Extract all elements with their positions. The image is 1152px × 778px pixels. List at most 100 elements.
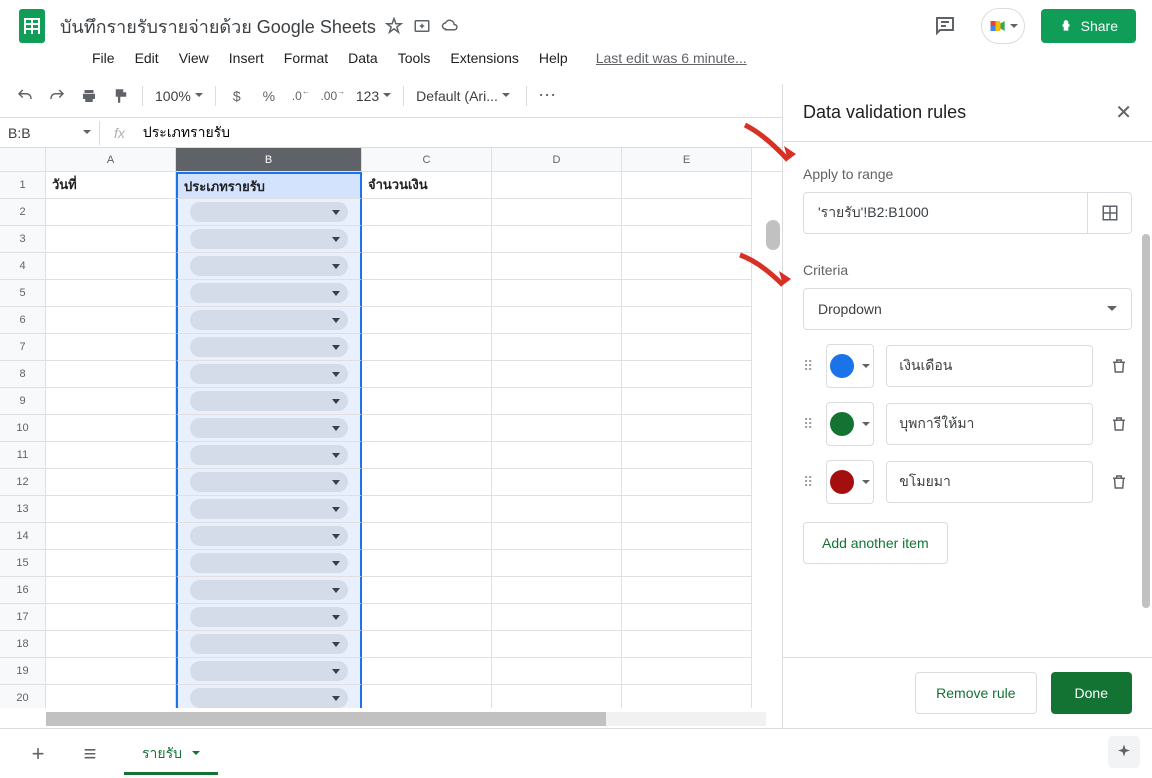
- format-currency[interactable]: $: [222, 81, 252, 111]
- cell[interactable]: [492, 388, 622, 415]
- menu-insert[interactable]: Insert: [221, 46, 272, 70]
- horizontal-scrollbar[interactable]: [46, 712, 766, 726]
- cell[interactable]: [362, 658, 492, 685]
- cell[interactable]: [176, 658, 362, 685]
- remove-rule-button[interactable]: Remove rule: [915, 672, 1036, 714]
- cell[interactable]: [46, 631, 176, 658]
- cell[interactable]: [362, 307, 492, 334]
- row-header[interactable]: 7: [0, 334, 46, 361]
- delete-option-icon[interactable]: [1105, 348, 1132, 384]
- dropdown-chip[interactable]: [190, 472, 348, 492]
- cell[interactable]: [46, 550, 176, 577]
- cell[interactable]: [176, 307, 362, 334]
- cell[interactable]: [176, 577, 362, 604]
- drag-handle-icon[interactable]: ⠿: [803, 474, 814, 491]
- row-header[interactable]: 18: [0, 631, 46, 658]
- print-button[interactable]: [74, 81, 104, 111]
- row-header[interactable]: 19: [0, 658, 46, 685]
- paint-format-button[interactable]: [106, 81, 136, 111]
- dropdown-chip[interactable]: [190, 310, 348, 330]
- menu-format[interactable]: Format: [276, 46, 336, 70]
- option-value-input[interactable]: [886, 461, 1093, 503]
- cell[interactable]: [492, 280, 622, 307]
- option-value-input[interactable]: [886, 403, 1093, 445]
- add-item-button[interactable]: Add another item: [803, 522, 948, 564]
- move-icon[interactable]: [412, 16, 432, 36]
- cell[interactable]: [362, 523, 492, 550]
- add-sheet-button[interactable]: +: [20, 736, 56, 772]
- cell[interactable]: [46, 577, 176, 604]
- meet-button[interactable]: [981, 8, 1025, 44]
- dropdown-chip[interactable]: [190, 229, 348, 249]
- cell[interactable]: [622, 253, 752, 280]
- cell[interactable]: [176, 280, 362, 307]
- close-icon[interactable]: ✕: [1115, 100, 1132, 125]
- grid-picker-icon[interactable]: [1088, 192, 1132, 234]
- zoom-select[interactable]: 100%: [149, 84, 209, 108]
- option-value-input[interactable]: [886, 345, 1093, 387]
- dropdown-chip[interactable]: [190, 445, 348, 465]
- more-toolbar[interactable]: ⋯: [533, 81, 563, 111]
- menu-extensions[interactable]: Extensions: [442, 46, 526, 70]
- cell[interactable]: จำนวนเงิน: [362, 172, 492, 199]
- dropdown-chip[interactable]: [190, 337, 348, 357]
- cell[interactable]: [362, 415, 492, 442]
- select-all-corner[interactable]: [0, 148, 46, 171]
- cell[interactable]: [622, 442, 752, 469]
- row-header[interactable]: 3: [0, 226, 46, 253]
- col-header-D[interactable]: D: [492, 148, 622, 171]
- cell[interactable]: [46, 415, 176, 442]
- name-box[interactable]: B:B: [0, 121, 100, 145]
- drag-handle-icon[interactable]: ⠿: [803, 416, 814, 433]
- cell[interactable]: [622, 280, 752, 307]
- cell[interactable]: [362, 334, 492, 361]
- cell[interactable]: [46, 361, 176, 388]
- dropdown-chip[interactable]: [190, 661, 348, 681]
- row-header[interactable]: 14: [0, 523, 46, 550]
- cell[interactable]: [362, 631, 492, 658]
- cell[interactable]: [492, 361, 622, 388]
- explore-button[interactable]: [1108, 736, 1140, 768]
- cell[interactable]: วันที่: [46, 172, 176, 199]
- cell[interactable]: [46, 307, 176, 334]
- col-header-B[interactable]: B: [176, 148, 362, 171]
- cell[interactable]: [492, 685, 622, 708]
- row-header[interactable]: 15: [0, 550, 46, 577]
- row-header[interactable]: 12: [0, 469, 46, 496]
- cell[interactable]: [362, 280, 492, 307]
- last-edit-link[interactable]: Last edit was 6 minute...: [596, 50, 747, 66]
- cell[interactable]: [622, 685, 752, 708]
- redo-button[interactable]: [42, 81, 72, 111]
- cloud-icon[interactable]: [440, 16, 460, 36]
- increase-decimal[interactable]: .00→: [318, 81, 348, 111]
- cell[interactable]: [46, 469, 176, 496]
- color-picker[interactable]: [826, 402, 874, 446]
- cell[interactable]: [492, 577, 622, 604]
- row-header[interactable]: 13: [0, 496, 46, 523]
- cell[interactable]: [176, 334, 362, 361]
- dropdown-chip[interactable]: [190, 364, 348, 384]
- range-input[interactable]: [803, 192, 1088, 234]
- col-header-C[interactable]: C: [362, 148, 492, 171]
- cell[interactable]: [362, 361, 492, 388]
- row-header[interactable]: 2: [0, 199, 46, 226]
- dropdown-chip[interactable]: [190, 688, 348, 708]
- row-header[interactable]: 8: [0, 361, 46, 388]
- drag-handle-icon[interactable]: ⠿: [803, 358, 814, 375]
- menu-tools[interactable]: Tools: [390, 46, 439, 70]
- document-title[interactable]: บันทึกรายรับรายจ่ายด้วย Google Sheets: [60, 12, 376, 41]
- cell[interactable]: [492, 226, 622, 253]
- dropdown-chip[interactable]: [190, 418, 348, 438]
- cell[interactable]: [46, 199, 176, 226]
- cell[interactable]: [176, 253, 362, 280]
- cell[interactable]: [622, 388, 752, 415]
- dropdown-chip[interactable]: [190, 607, 348, 627]
- row-header[interactable]: 9: [0, 388, 46, 415]
- row-header[interactable]: 11: [0, 442, 46, 469]
- cell[interactable]: [176, 388, 362, 415]
- share-button[interactable]: Share: [1041, 9, 1136, 43]
- cell[interactable]: [492, 523, 622, 550]
- cell[interactable]: [492, 496, 622, 523]
- row-header[interactable]: 20: [0, 685, 46, 708]
- cell[interactable]: [492, 307, 622, 334]
